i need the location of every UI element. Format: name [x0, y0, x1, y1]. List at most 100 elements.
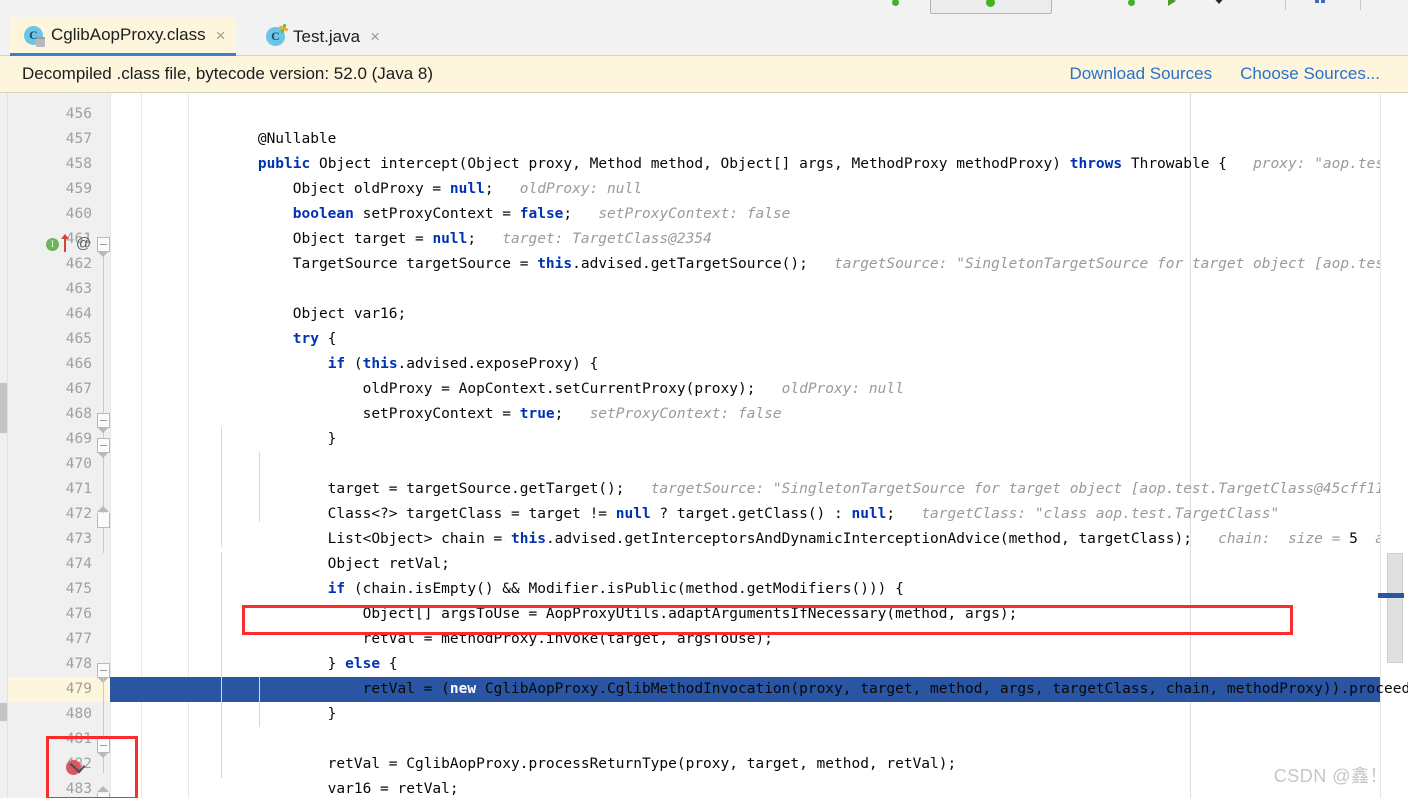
code-line-461[interactable]: 461 Object target = null; target: Target… [0, 227, 1408, 252]
close-icon[interactable]: × [216, 27, 226, 44]
line-number: 470 [65, 456, 92, 472]
code-line-483[interactable]: 483 var16 = retVal; [0, 777, 1408, 798]
code-text[interactable]: } [188, 427, 337, 452]
line-number: 462 [65, 256, 92, 272]
code-text[interactable]: List<Object> chain = this.advised.getInt… [188, 527, 1408, 552]
line-number: 473 [65, 531, 92, 547]
code-line-476[interactable]: 476 Object[] argsToUse = AopProxyUtils.a… [0, 602, 1408, 627]
line-number: 469 [65, 431, 92, 447]
code-line-458[interactable]: 458 public Object intercept(Object proxy… [0, 152, 1408, 177]
code-line-471[interactable]: 471 target = targetSource.getTarget(); t… [0, 477, 1408, 502]
code-line-467[interactable]: 467 oldProxy = AopContext.setCurrentProx… [0, 377, 1408, 402]
tab-label: Test.java [293, 26, 361, 46]
code-line-457[interactable]: 457 @Nullable [0, 127, 1408, 152]
code-text[interactable]: if (chain.isEmpty() && Modifier.isPublic… [188, 577, 904, 602]
line-number: 471 [65, 481, 92, 497]
code-text[interactable]: TargetSource targetSource = this.advised… [188, 252, 1408, 277]
code-text[interactable]: Object var16; [188, 302, 407, 327]
code-line-480[interactable]: 480 } [0, 702, 1408, 727]
code-text[interactable]: @Nullable [188, 127, 337, 152]
code-text[interactable]: if (this.advised.exposeProxy) { [188, 352, 599, 377]
choose-sources-link[interactable]: Choose Sources... [1240, 64, 1380, 84]
fold-end-469[interactable] [97, 506, 110, 528]
close-icon[interactable]: × [370, 28, 380, 45]
code-line-473[interactable]: 473 List<Object> chain = this.advised.ge… [0, 527, 1408, 552]
line-number: 465 [65, 331, 92, 347]
code-line-474[interactable]: 474 Object retVal; [0, 552, 1408, 577]
line-number: 479 [65, 681, 92, 697]
coverage-icon[interactable] [1210, 0, 1226, 4]
overriding-arrow-icon[interactable] [61, 234, 69, 252]
code-text[interactable]: retVal = methodProxy.invoke(target, args… [188, 627, 773, 652]
code-line-468[interactable]: 468 setProxyContext = true; setProxyCont… [0, 402, 1408, 427]
code-line-475[interactable]: 475 if (chain.isEmpty() && Modifier.isPu… [0, 577, 1408, 602]
pause-icon[interactable] [1313, 0, 1329, 4]
line-number: 456 [65, 106, 92, 122]
code-line-477[interactable]: 477 retVal = methodProxy.invoke(target, … [0, 627, 1408, 652]
debug-icon[interactable] [1120, 0, 1136, 6]
code-text[interactable]: Object oldProxy = null; oldProxy: null [188, 177, 642, 202]
line-number: 481 [65, 731, 92, 747]
code-text[interactable]: Object retVal; [188, 552, 450, 577]
code-text[interactable]: try { [188, 327, 337, 352]
tab-test-java[interactable]: C Test.java × [252, 17, 390, 56]
code-line-472[interactable]: 472 Class<?> targetClass = target != nul… [0, 502, 1408, 527]
line-number: 457 [65, 131, 92, 147]
line-number: 478 [65, 656, 92, 672]
fold-marker-458[interactable] [97, 237, 110, 257]
code-line-456[interactable]: 456 [0, 102, 1408, 127]
code-line-466[interactable]: 466 if (this.advised.exposeProxy) { [0, 352, 1408, 377]
breakpoint-verified-icon[interactable] [66, 757, 86, 775]
code-text[interactable]: Object target = null; target: TargetClas… [188, 227, 712, 252]
code-line-459[interactable]: 459 Object oldProxy = null; oldProxy: nu… [0, 177, 1408, 202]
code-line-464[interactable]: 464 Object var16; [0, 302, 1408, 327]
code-text[interactable]: boolean setProxyContext = false; setProx… [188, 202, 791, 227]
code-text[interactable]: } else { [188, 652, 398, 677]
run-config-status-dot [889, 0, 905, 6]
implementing-method-icon[interactable]: I [46, 238, 59, 251]
line-number: 466 [65, 356, 92, 372]
code-line-463[interactable]: 463 [0, 277, 1408, 302]
code-line-469[interactable]: 469 } [0, 427, 1408, 452]
code-editor[interactable]: 456 457 @Nullable 458 public Object interc… [0, 93, 1408, 798]
code-line-460[interactable]: 460 boolean setProxyContext = false; set… [0, 202, 1408, 227]
run-icon[interactable] [1165, 0, 1181, 6]
annotation-at-icon[interactable]: @ [76, 235, 91, 252]
code-lines[interactable]: 456 457 @Nullable 458 public Object interc… [0, 93, 1408, 798]
code-text[interactable]: } [188, 702, 337, 727]
fold-marker-466[interactable] [97, 438, 110, 458]
fold-marker-465[interactable] [97, 413, 110, 433]
tab-cglibaopproxy-class[interactable]: C CglibAopProxy.class × [10, 17, 236, 56]
code-line-465[interactable]: 465 try { [0, 327, 1408, 352]
code-text[interactable]: oldProxy = AopContext.setCurrentProxy(pr… [188, 377, 904, 402]
line-number: 475 [65, 581, 92, 597]
code-line-479[interactable]: 479 retVal = (new CglibAopProxy.CglibMet… [0, 677, 1408, 702]
code-text[interactable]: var16 = retVal; [188, 777, 459, 798]
code-text[interactable]: public Object intercept(Object proxy, Me… [188, 152, 1408, 177]
code-text[interactable]: retVal = (new CglibAopProxy.CglibMethodI… [188, 677, 1408, 702]
fold-marker-475[interactable] [97, 663, 110, 683]
banner-actions: Download Sources Choose Sources... [1069, 64, 1408, 84]
code-line-470[interactable]: 470 [0, 452, 1408, 477]
download-sources-link[interactable]: Download Sources [1069, 64, 1212, 84]
scrollbar-thumb[interactable] [1387, 553, 1403, 663]
line-number: 459 [65, 181, 92, 197]
code-text[interactable]: Object[] argsToUse = AopProxyUtils.adapt… [188, 602, 1018, 627]
run-config-green-dot [982, 0, 998, 7]
editor-tab-bar: C CglibAopProxy.class × C Test.java × [0, 17, 1408, 56]
line-number: 467 [65, 381, 92, 397]
code-line-482[interactable]: 482 retVal = CglibAopProxy.processReturn… [0, 752, 1408, 777]
fold-end-480[interactable] [97, 786, 110, 798]
code-text[interactable]: setProxyContext = true; setProxyContext:… [188, 402, 782, 427]
code-line-478[interactable]: 478 } else { [0, 652, 1408, 677]
line-number: 477 [65, 631, 92, 647]
code-text[interactable]: retVal = CglibAopProxy.processReturnType… [188, 752, 957, 777]
code-text[interactable]: Class<?> targetClass = target != null ? … [188, 502, 1280, 527]
java-class-decompiled-icon: C [24, 25, 45, 47]
code-line-462[interactable]: 462 TargetSource targetSource = this.adv… [0, 252, 1408, 277]
line-number: 472 [65, 506, 92, 522]
scrollbar-caret-marker [1378, 593, 1404, 598]
fold-marker-478[interactable] [97, 738, 110, 758]
code-line-481[interactable]: 481 [0, 727, 1408, 752]
code-text[interactable]: target = targetSource.getTarget(); targe… [188, 477, 1408, 502]
